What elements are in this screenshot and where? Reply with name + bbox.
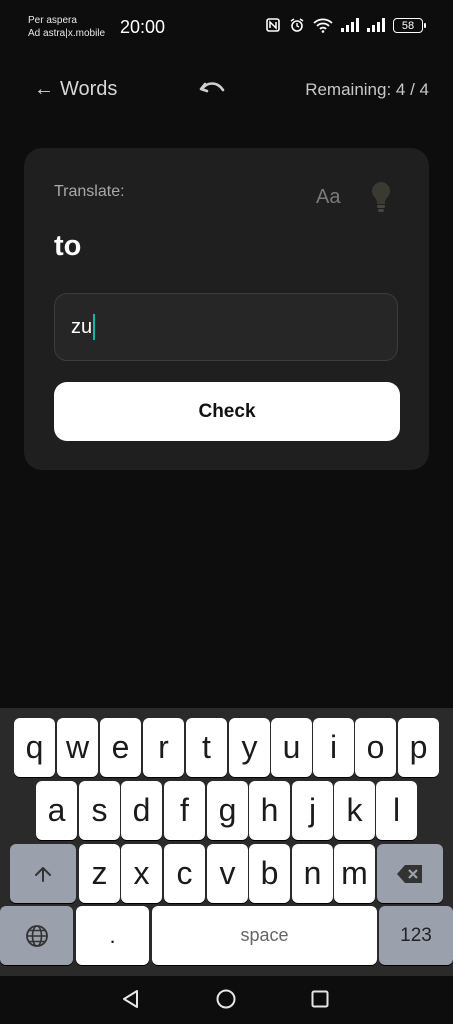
key-e[interactable]: e [100,718,141,777]
key-j[interactable]: j [292,781,333,840]
wifi-icon [313,18,333,33]
answer-input[interactable]: zu [54,293,398,361]
app-header: ← Words Remaining: 4 / 4 [0,70,453,110]
carrier-line-1: Per aspera [28,15,77,26]
nav-back-button[interactable] [120,988,142,1015]
key-x[interactable]: x [121,844,162,903]
key-h[interactable]: h [249,781,290,840]
nav-recents-button[interactable] [309,988,331,1015]
undo-button[interactable] [198,78,226,105]
key-a[interactable]: a [36,781,77,840]
key-c[interactable]: c [164,844,205,903]
font-size-toggle[interactable]: Aa [316,186,340,209]
back-arrow-icon: ← [34,78,54,100]
translation-card: Translate: Aa to zu Check [24,148,429,470]
backspace-icon [397,864,422,883]
answer-value: zu [71,315,93,338]
back-to-words-button[interactable]: ← Words [34,78,117,101]
system-nav-bar [0,976,453,1024]
space-key[interactable]: space [152,906,377,965]
key-z[interactable]: z [79,844,120,903]
home-circle-icon [216,989,236,1009]
hint-button[interactable] [369,180,393,219]
key-p[interactable]: p [398,718,439,777]
clock: 20:00 [120,17,166,37]
key-t[interactable]: t [186,718,227,777]
key-u[interactable]: u [271,718,312,777]
key-o[interactable]: o [355,718,396,777]
shift-arrow-icon [35,866,51,882]
shift-key[interactable] [10,844,76,903]
recents-square-icon [311,990,329,1008]
nav-home-button[interactable] [215,988,237,1015]
remaining-counter: Remaining: 4 / 4 [305,80,429,99]
status-icons: 58 [265,17,426,33]
key-f[interactable]: f [164,781,205,840]
back-triangle-icon [123,990,138,1008]
onscreen-keyboard: q w e r t y u i o p a s d f g h j k l z … [0,708,453,976]
status-bar: Per aspera Ad astra|x.mobile 20:00 58 [0,0,453,56]
backspace-key[interactable] [377,844,443,903]
key-n[interactable]: n [292,844,333,903]
key-i[interactable]: i [313,718,354,777]
undo-icon [199,82,225,93]
nfc-icon [266,18,280,32]
carrier-info: Per aspera Ad astra|x.mobile [28,14,105,40]
text-caret [93,314,96,340]
numbers-key[interactable]: 123 [379,906,453,965]
language-key[interactable] [0,906,73,965]
key-v[interactable]: v [207,844,248,903]
carrier-line-2: Ad astra|x.mobile [28,28,106,39]
key-w[interactable]: w [57,718,98,777]
prompt-label: Translate: [54,183,125,200]
key-k[interactable]: k [334,781,375,840]
signal-icon [341,18,359,32]
key-y[interactable]: y [229,718,270,777]
alarm-icon [290,18,304,32]
key-g[interactable]: g [207,781,248,840]
signal-icon [367,18,385,32]
key-b[interactable]: b [249,844,290,903]
battery-icon: 58 [393,17,426,33]
source-word: to [54,230,82,262]
lightbulb-icon [372,182,390,212]
key-q[interactable]: q [14,718,55,777]
period-key[interactable]: . [76,906,149,965]
key-s[interactable]: s [79,781,120,840]
globe-icon [25,924,48,947]
back-label: Words [60,78,118,100]
key-l[interactable]: l [376,781,417,840]
key-d[interactable]: d [121,781,162,840]
check-button[interactable]: Check [54,382,400,441]
key-m[interactable]: m [334,844,375,903]
key-r[interactable]: r [143,718,184,777]
